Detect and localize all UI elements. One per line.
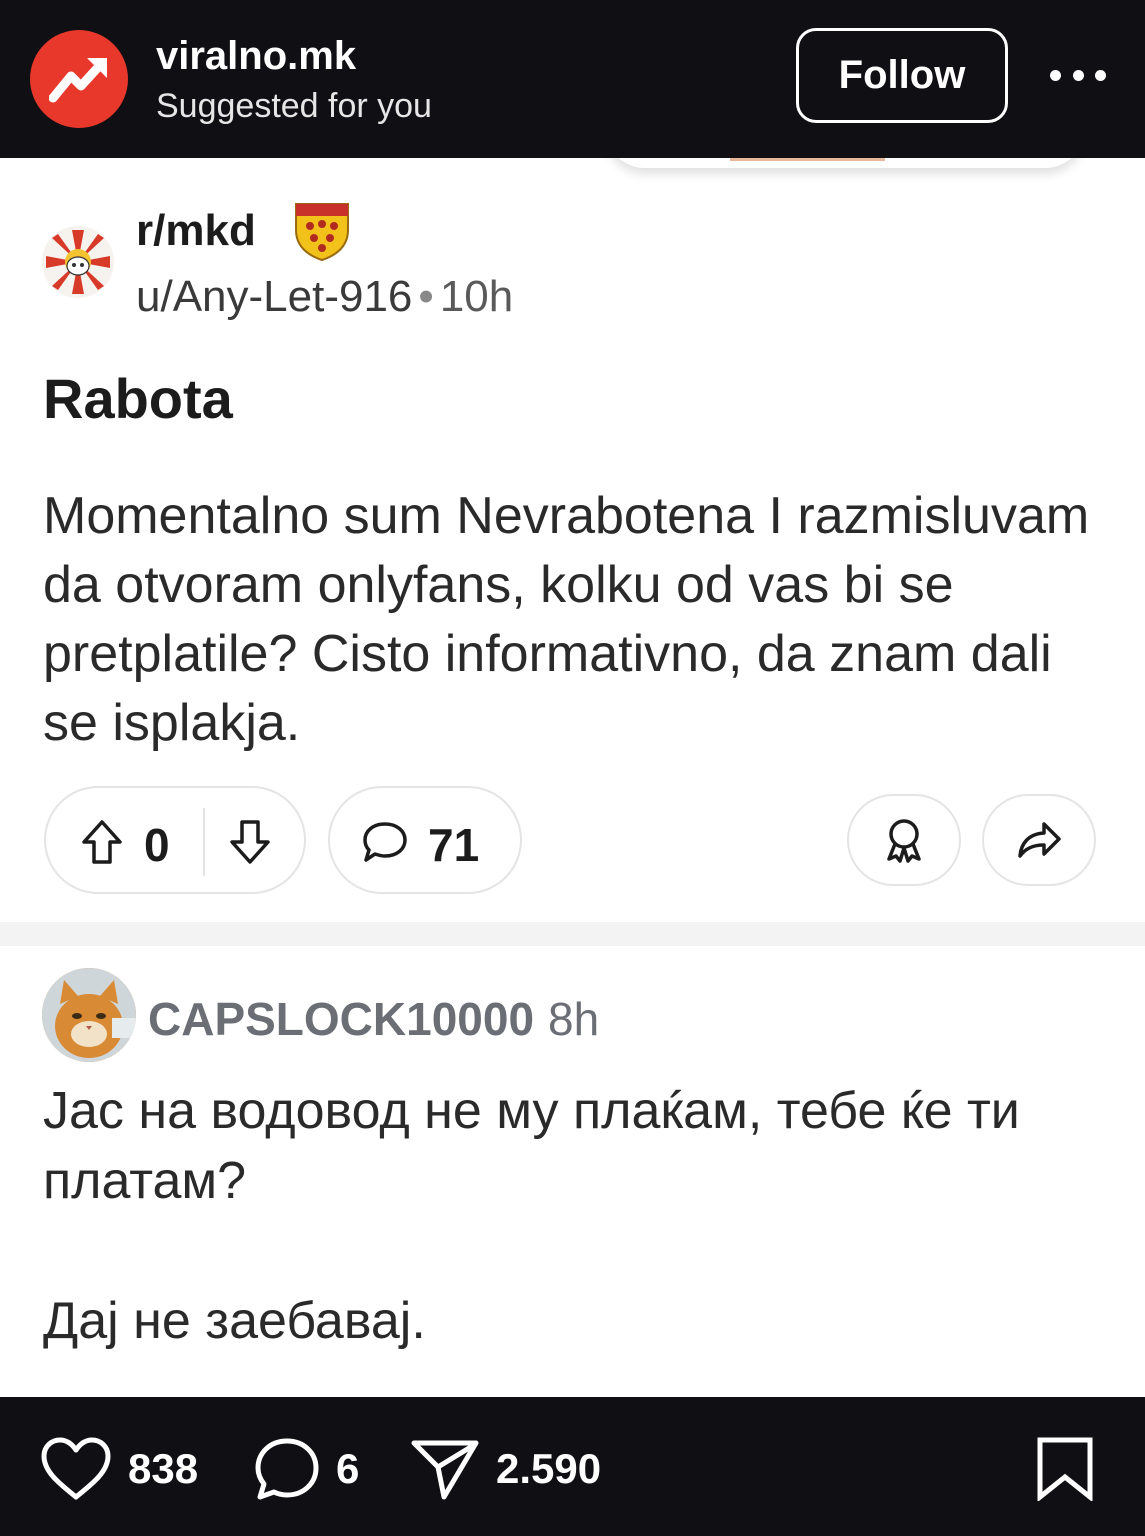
coat-of-arms-icon (292, 200, 352, 267)
share-action[interactable]: 2.590 (410, 1437, 601, 1501)
subreddit-name[interactable]: r/mkd (136, 206, 256, 256)
post-title[interactable]: Rabota (43, 366, 233, 431)
comment-count: 71 (428, 819, 480, 871)
subreddit-avatar[interactable] (42, 226, 114, 298)
like-count: 838 (128, 1445, 199, 1492)
comment-icon[interactable] (254, 1437, 320, 1501)
account-name[interactable]: viralno.mk (156, 34, 356, 79)
post-header: viralno.mk Suggested for you Follow (0, 0, 1145, 158)
comment-time: 8h (548, 993, 600, 1045)
award-icon (887, 819, 921, 863)
arrow-up-icon[interactable] (80, 819, 124, 865)
post-actions-bar: 838 6 2.590 (0, 1397, 1145, 1536)
commenter-username[interactable]: CAPSLOCK10000 (148, 992, 534, 1046)
more-options-icon[interactable] (1050, 62, 1106, 88)
meta-separator: • (418, 272, 434, 321)
cat-avatar-icon (42, 968, 136, 1062)
follow-button[interactable]: Follow (796, 28, 1008, 123)
comment-text-second: Дај не заебавај. (43, 1292, 426, 1350)
share-button[interactable] (982, 794, 1096, 886)
comment-count-footer: 6 (336, 1445, 360, 1492)
comment-action[interactable]: 6 (254, 1437, 359, 1501)
trending-arrow-icon (49, 58, 107, 103)
send-icon[interactable] (410, 1437, 480, 1501)
save-action[interactable] (1036, 1437, 1094, 1506)
award-button[interactable] (847, 794, 961, 886)
subreddit-logo-icon (42, 226, 114, 298)
vote-control: 0 (44, 786, 306, 894)
vote-divider (203, 808, 205, 876)
reddit-post-card: r/mkd u/Any-Let-916 • 10h Rabota Momentaln… (0, 158, 1145, 1397)
comments-button[interactable]: 71 (328, 786, 522, 894)
suggested-label: Suggested for you (156, 87, 432, 125)
like-action[interactable]: 838 (40, 1437, 198, 1501)
post-time: 10h (439, 272, 514, 321)
speech-bubble-icon (363, 822, 407, 862)
comment-text: Јас на водовод не му плаќам, тебе ќе ти … (43, 1082, 1020, 1210)
author-name[interactable]: u/Any-Let-916 (136, 272, 412, 321)
arrow-down-icon[interactable] (228, 819, 272, 865)
post-meta: u/Any-Let-916 • 10h (136, 272, 513, 322)
commenter-avatar[interactable] (42, 968, 136, 1062)
heart-icon[interactable] (40, 1437, 112, 1501)
vote-count: 0 (144, 819, 170, 871)
bookmark-icon[interactable] (1036, 1437, 1094, 1503)
overlay-accent (730, 158, 885, 161)
post-body: Momentalno sum Nevrabotena I razmisluvam… (43, 487, 1090, 752)
share-count: 2.590 (496, 1445, 602, 1492)
section-divider (0, 922, 1145, 946)
share-arrow-icon (1018, 822, 1061, 858)
account-avatar[interactable] (30, 30, 128, 128)
